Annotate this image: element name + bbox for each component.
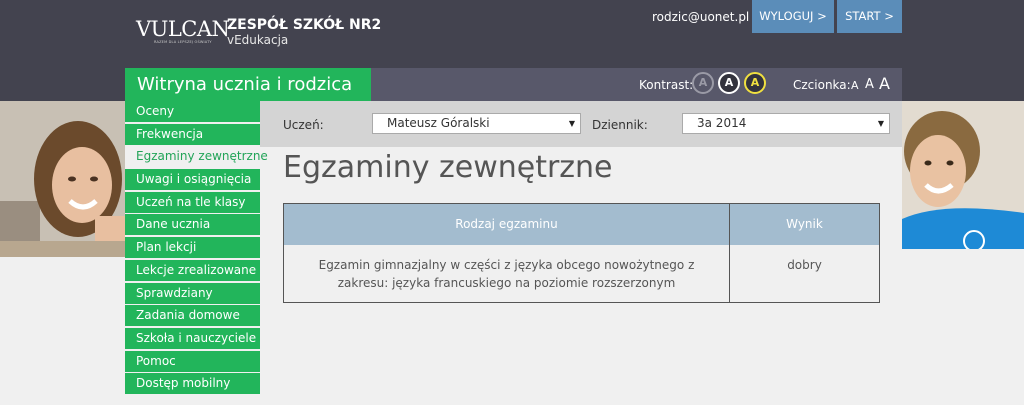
contrast-high-button[interactable]: A (718, 72, 740, 94)
vulcan-logo[interactable]: VULCAN RAZEM DLA LEPSZEJ OŚWIATY (136, 17, 230, 45)
font-size-label: Czcionka: (793, 78, 851, 92)
sidebar-item-lekcje-zrealizowane[interactable]: Lekcje zrealizowane (125, 259, 260, 281)
student-select-value: Mateusz Góralski (387, 116, 490, 130)
journal-select-value: 3a 2014 (697, 116, 747, 130)
table-header: Rodzaj egzaminu Wynik (284, 204, 879, 245)
sidebar-item-uwagi[interactable]: Uwagi i osiągnięcia (125, 169, 260, 191)
student-select[interactable]: Mateusz Góralski ▼ (372, 113, 581, 134)
girl-photo-illustration (0, 101, 125, 257)
journal-select[interactable]: 3a 2014 ▼ (682, 113, 890, 134)
cell-result: dobry (787, 258, 822, 272)
sidebar-item-oceny[interactable]: Oceny (125, 101, 260, 122)
school-subtitle: vEdukacja (227, 33, 289, 47)
contrast-default-button[interactable]: A (692, 72, 714, 94)
cell-exam-type: Egzamin gimnazjalny w części z języka ob… (284, 245, 730, 302)
contrast-label: Kontrast: (639, 78, 694, 92)
sidebar-item-plan-lekcji[interactable]: Plan lekcji (125, 237, 260, 259)
sidebar-item-dostep-mobilny[interactable]: Dostęp mobilny (125, 373, 260, 395)
school-name: ZESPÓŁ SZKÓŁ NR2 (227, 17, 382, 33)
font-small-button[interactable]: A (851, 79, 859, 92)
sidebar-item-dane-ucznia[interactable]: Dane ucznia (125, 214, 260, 236)
dropdown-arrow-icon: ▼ (877, 119, 884, 128)
sidebar-item-frekwencja[interactable]: Frekwencja (125, 123, 260, 145)
start-button[interactable]: START > (837, 0, 902, 33)
logout-button[interactable]: WYLOGUJ > (752, 0, 834, 33)
sidebar-item-egzaminy-zewnetrzne[interactable]: Egzaminy zewnętrzne (125, 146, 268, 168)
table-row: Egzamin gimnazjalny w części z języka ob… (284, 245, 879, 302)
page-title: Egzaminy zewnętrzne (283, 150, 613, 185)
column-header-result: Wynik (786, 217, 823, 231)
font-large-button[interactable]: A (879, 74, 890, 93)
girl-photo (0, 101, 125, 257)
journal-label: Dziennik: (592, 118, 648, 132)
boy-photo (902, 101, 1024, 249)
student-label: Uczeń: (283, 118, 324, 132)
user-email: rodzic@uonet.pl (652, 10, 750, 24)
font-medium-button[interactable]: A (865, 77, 874, 92)
sidebar-item-zadania-domowe[interactable]: Zadania domowe (125, 305, 260, 327)
sidebar-item-pomoc[interactable]: Pomoc (125, 350, 260, 372)
boy-photo-illustration (902, 101, 1024, 249)
exams-table: Rodzaj egzaminu Wynik Egzamin gimnazjaln… (283, 203, 880, 303)
sidebar-item-uczen-na-tle-klasy[interactable]: Uczeń na tle klasy (125, 191, 260, 213)
section-title: Witryna ucznia i rodzica (125, 68, 371, 101)
school-info: ZESPÓŁ SZKÓŁ NR2 vEdukacja (227, 16, 381, 47)
contrast-yellow-button[interactable]: A (744, 72, 766, 94)
logo-text: VULCAN (136, 17, 230, 41)
sidebar-item-sprawdziany[interactable]: Sprawdziany (125, 282, 260, 304)
dropdown-arrow-icon: ▼ (568, 119, 575, 128)
sidebar-item-szkola-i-nauczyciele[interactable]: Szkoła i nauczyciele (125, 327, 260, 349)
column-header-exam-type: Rodzaj egzaminu (284, 204, 730, 245)
sidebar-nav: Oceny Frekwencja Egzaminy zewnętrzne Uwa… (125, 101, 268, 396)
